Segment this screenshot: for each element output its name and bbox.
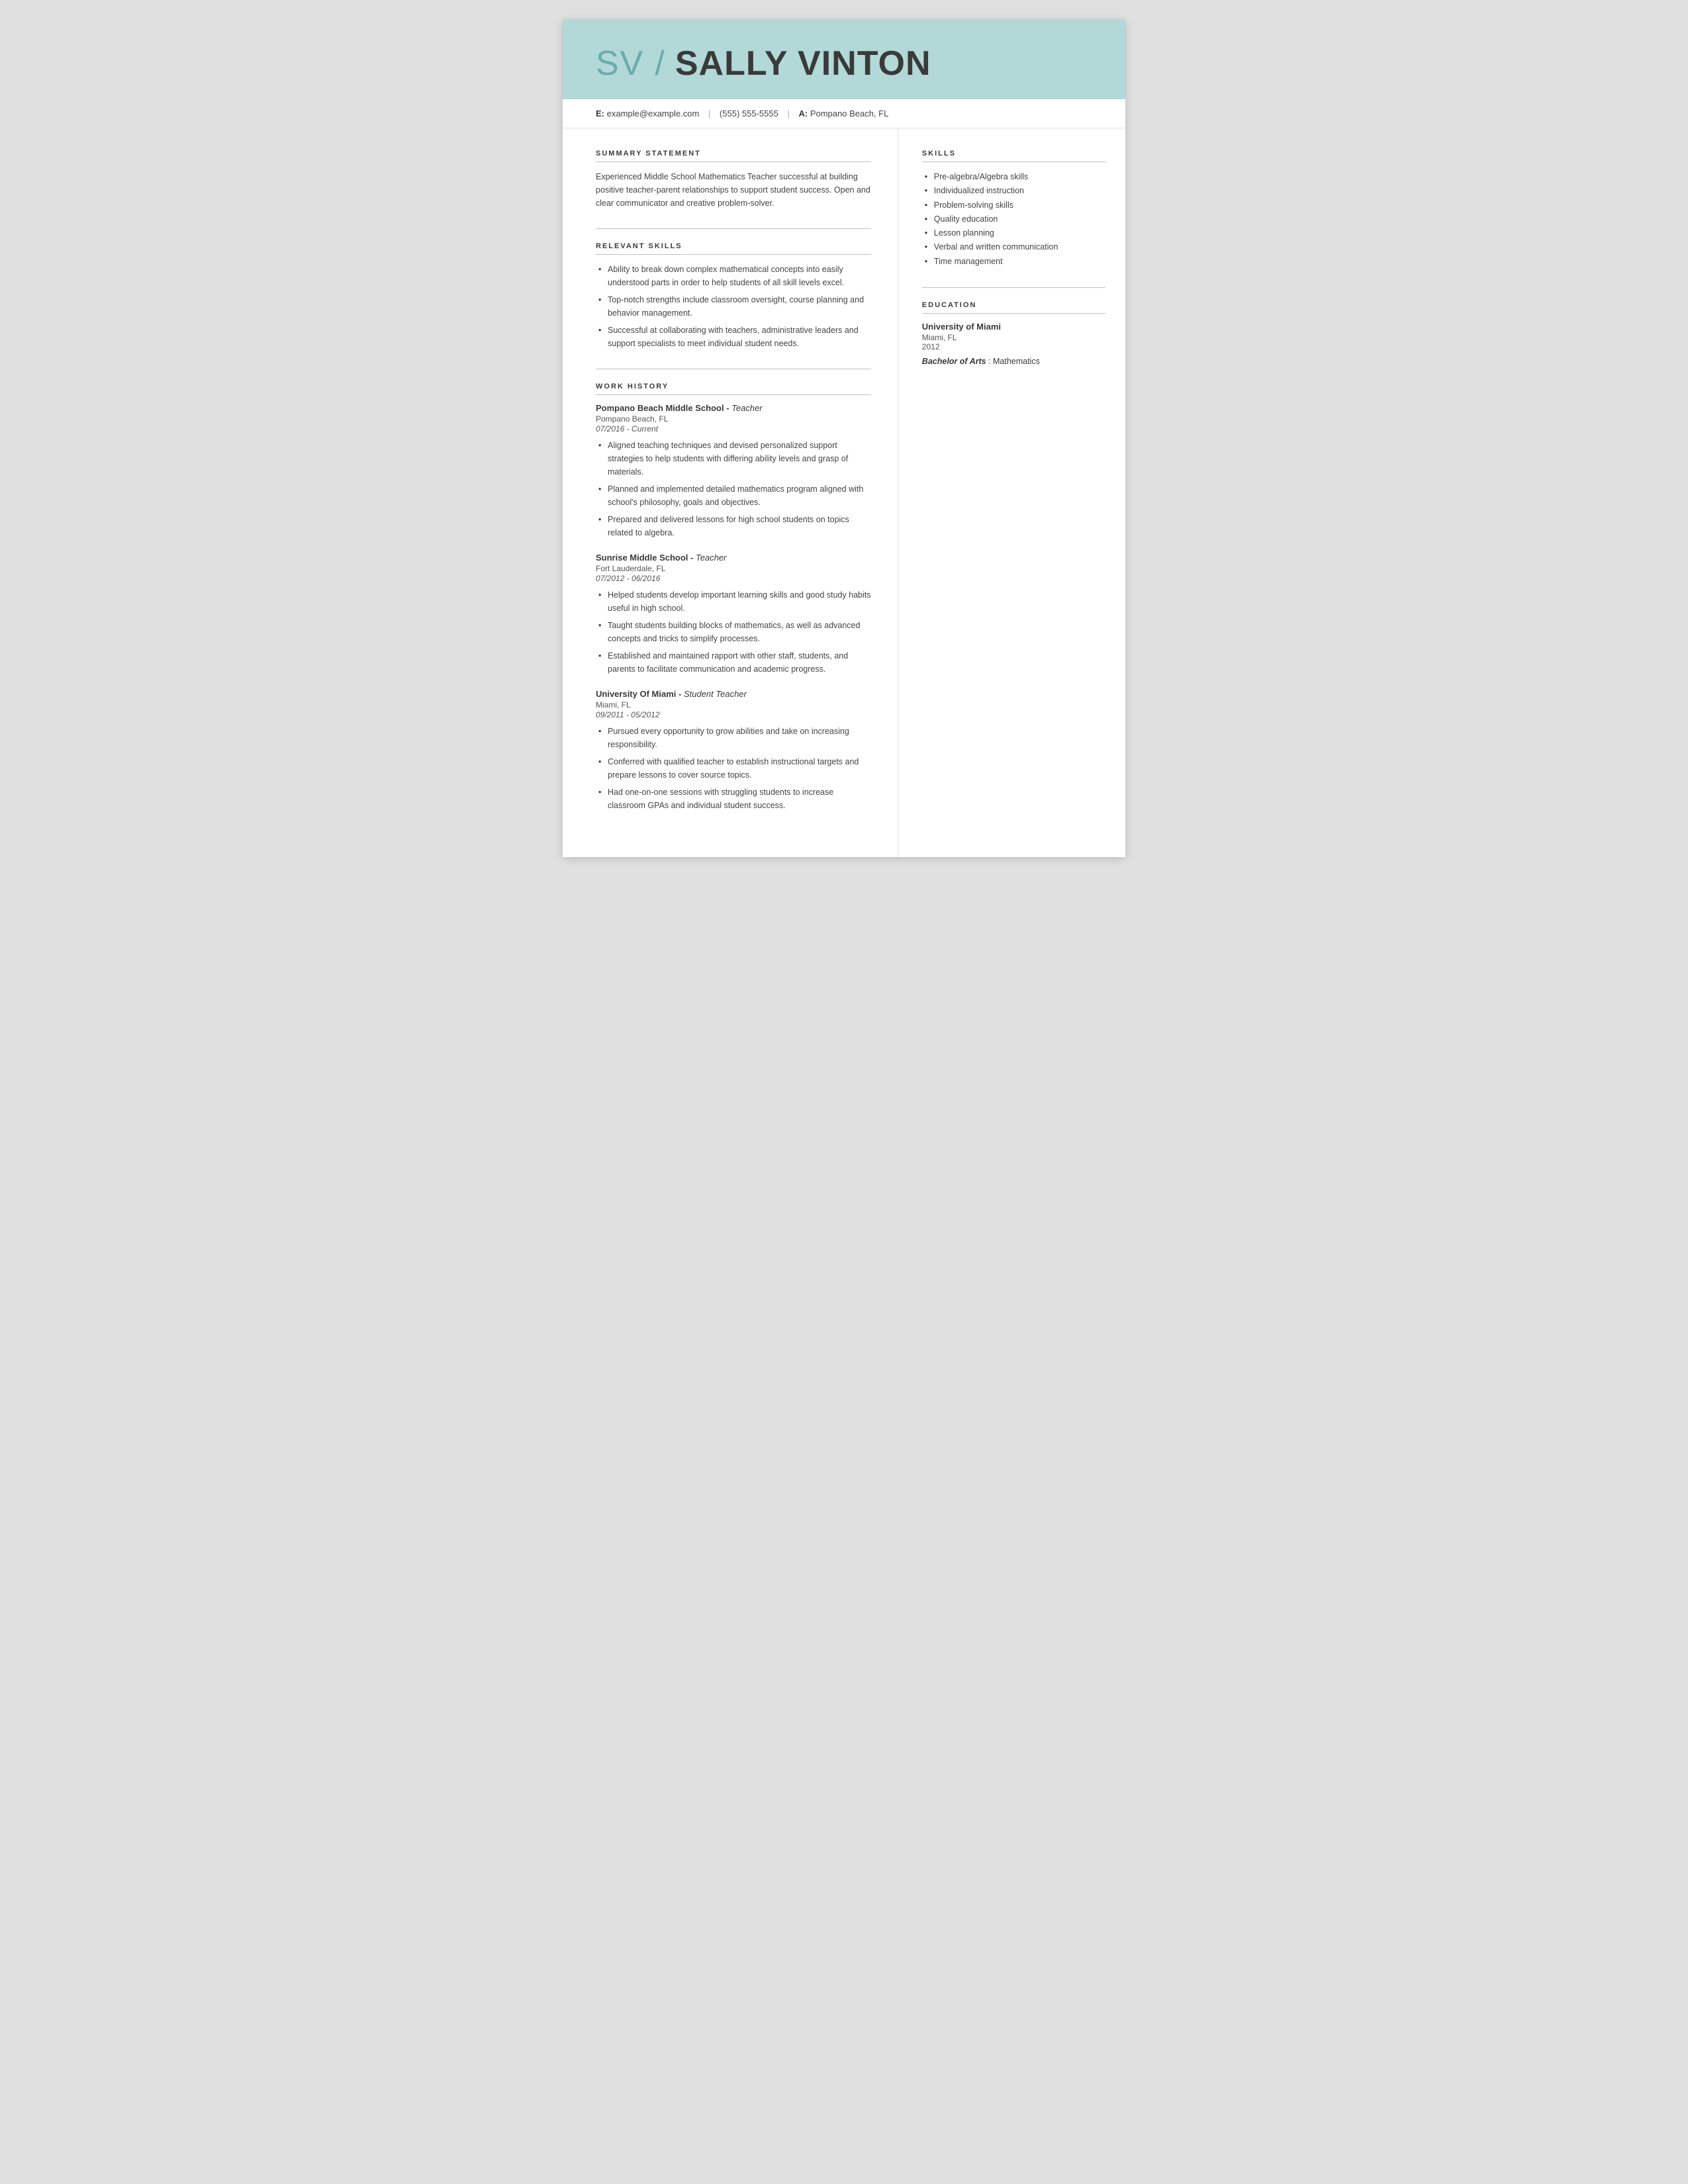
edu-location: Miami, FL [922, 333, 1105, 342]
work-org-1: Pompano Beach Middle School - Teacher [596, 403, 871, 413]
work-entry-2: Sunrise Middle School - Teacher Fort Lau… [596, 553, 871, 676]
list-item: Top-notch strengths include classroom ov… [596, 293, 871, 320]
summary-section: SUMMARY STATEMENT Experienced Middle Sch… [596, 150, 871, 210]
work-history-section: WORK HISTORY Pompano Beach Middle School… [596, 383, 871, 812]
header-initials: SV [596, 46, 644, 81]
phone-value: (555) 555-5555 [720, 109, 778, 118]
edu-degree: Bachelor of Arts : Mathematics [922, 357, 1105, 366]
separator-2: | [787, 109, 789, 118]
divider-3 [922, 287, 1105, 288]
work-entry-3: University Of Miami - Student Teacher Mi… [596, 689, 871, 812]
body-columns: SUMMARY STATEMENT Experienced Middle Sch… [563, 128, 1125, 857]
list-item: Quality education [922, 212, 1105, 226]
list-item: Successful at collaborating with teacher… [596, 324, 871, 350]
list-item: Pursued every opportunity to grow abilit… [596, 725, 871, 751]
address-value: Pompano Beach, FL [810, 109, 889, 118]
work-bullets-2: Helped students develop important learni… [596, 588, 871, 676]
work-entry-1: Pompano Beach Middle School - Teacher Po… [596, 403, 871, 539]
education-title: EDUCATION [922, 301, 1105, 314]
list-item: Aligned teaching techniques and devised … [596, 439, 871, 478]
right-column: SKILLS Pre-algebra/Algebra skills Indivi… [898, 128, 1125, 857]
work-location-2: Fort Lauderdale, FL [596, 564, 871, 573]
list-item: Conferred with qualified teacher to esta… [596, 755, 871, 782]
work-history-title: WORK HISTORY [596, 383, 871, 395]
header-name: SALLY VINTON [675, 46, 931, 81]
list-item: Pre-algebra/Algebra skills [922, 170, 1105, 184]
email-value: example@example.com [607, 109, 700, 118]
separator-1: | [708, 109, 710, 118]
relevant-skills-section: RELEVANT SKILLS Ability to break down co… [596, 242, 871, 350]
work-bullets-3: Pursued every opportunity to grow abilit… [596, 725, 871, 812]
skills-title: SKILLS [922, 150, 1105, 162]
list-item: Taught students building blocks of mathe… [596, 619, 871, 645]
work-location-3: Miami, FL [596, 700, 871, 709]
work-dates-1: 07/2016 - Current [596, 424, 871, 433]
list-item: Planned and implemented detailed mathema… [596, 482, 871, 509]
work-bullets-1: Aligned teaching techniques and devised … [596, 439, 871, 539]
work-location-1: Pompano Beach, FL [596, 414, 871, 424]
list-item: Had one-on-one sessions with struggling … [596, 786, 871, 812]
list-item: Helped students develop important learni… [596, 588, 871, 615]
work-dates-3: 09/2011 - 05/2012 [596, 710, 871, 719]
list-item: Lesson planning [922, 226, 1105, 240]
education-entry-1: University of Miami Miami, FL 2012 Bache… [922, 322, 1105, 366]
edu-org: University of Miami [922, 322, 1105, 332]
relevant-skills-title: RELEVANT SKILLS [596, 242, 871, 255]
list-item: Time management [922, 255, 1105, 269]
summary-text: Experienced Middle School Mathematics Te… [596, 170, 871, 210]
work-dates-2: 07/2012 - 06/2016 [596, 574, 871, 583]
header-band: SV / SALLY VINTON [563, 20, 1125, 99]
summary-title: SUMMARY STATEMENT [596, 150, 871, 162]
work-org-3: University Of Miami - Student Teacher [596, 689, 871, 699]
contact-bar: E: example@example.com | (555) 555-5555 … [563, 99, 1125, 128]
list-item: Prepared and delivered lessons for high … [596, 513, 871, 539]
list-item: Ability to break down complex mathematic… [596, 263, 871, 289]
work-org-2: Sunrise Middle School - Teacher [596, 553, 871, 563]
skills-list: Pre-algebra/Algebra skills Individualize… [922, 170, 1105, 269]
divider-1 [596, 228, 871, 229]
header-title-row: SV / SALLY VINTON [596, 44, 1092, 83]
edu-year: 2012 [922, 342, 1105, 351]
list-item: Established and maintained rapport with … [596, 649, 871, 676]
education-section: EDUCATION University of Miami Miami, FL … [922, 301, 1105, 366]
resume-page: SV / SALLY VINTON E: example@example.com… [563, 20, 1125, 857]
address-label: A: [798, 109, 808, 118]
left-column: SUMMARY STATEMENT Experienced Middle Sch… [563, 128, 898, 857]
email-label: E: [596, 109, 604, 118]
list-item: Problem-solving skills [922, 199, 1105, 212]
skills-section: SKILLS Pre-algebra/Algebra skills Indivi… [922, 150, 1105, 269]
header-slash: / [655, 44, 664, 83]
list-item: Individualized instruction [922, 184, 1105, 198]
relevant-skills-list: Ability to break down complex mathematic… [596, 263, 871, 350]
list-item: Verbal and written communication [922, 240, 1105, 254]
